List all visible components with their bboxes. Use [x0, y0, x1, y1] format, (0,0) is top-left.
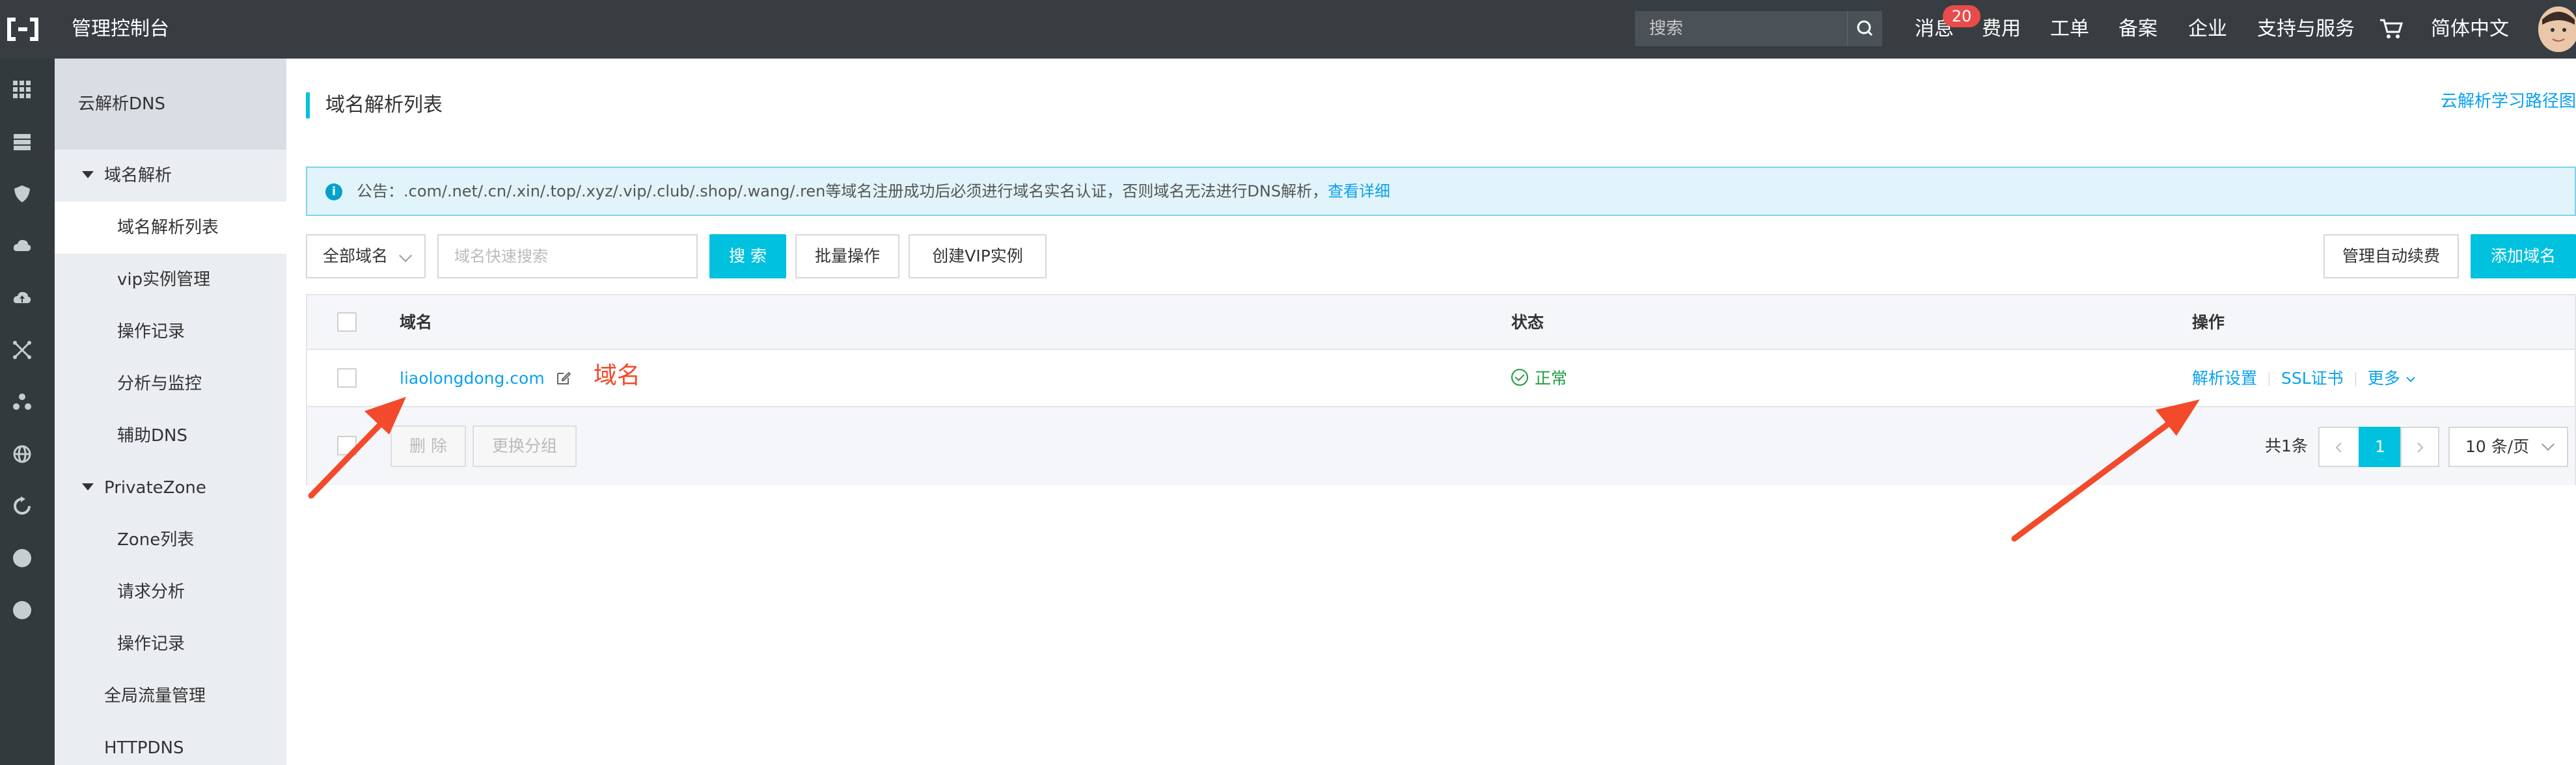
dns-settings-link[interactable]: 解析设置: [2192, 369, 2257, 388]
pagination-total: 共1条: [2265, 436, 2308, 455]
circle-icon[interactable]: [12, 600, 33, 621]
announcement-detail-link[interactable]: 查看详细: [1328, 182, 1390, 200]
announcement-text: 公告：.com/.net/.cn/.xin/.top/.xyz/.vip/.cl…: [357, 182, 1328, 200]
top-navbar: 管理控制台 消息 20 费用 工单 备案 企业 支持与服务 简体中文: [0, 0, 2576, 59]
select-all-checkbox[interactable]: [337, 312, 357, 332]
change-group-button[interactable]: 更换分组: [473, 425, 577, 467]
sidebar-group-label: 域名解析: [104, 166, 172, 185]
actions-cell: 解析设置 SSL证书 更多: [2192, 350, 2417, 407]
edit-icon[interactable]: [555, 369, 572, 386]
caret-down-icon: [82, 171, 94, 178]
sidebar-item-secondary-dns[interactable]: 辅助DNS: [55, 410, 286, 462]
chevron-right-icon: [2417, 442, 2424, 453]
pagination-prev-button[interactable]: [2318, 427, 2360, 467]
sidebar-item-gtm[interactable]: 全局流量管理: [55, 670, 286, 722]
status-text: 正常: [1535, 369, 1568, 388]
more-actions-dropdown[interactable]: 更多: [2368, 369, 2417, 388]
more-actions-label: 更多: [2367, 369, 2400, 388]
search-icon: [1857, 20, 1873, 36]
search-button[interactable]: 搜 索: [709, 234, 786, 278]
sidebar-item-request-analysis[interactable]: 请求分析: [55, 566, 286, 618]
nav-enterprise[interactable]: 企业: [2188, 0, 2227, 59]
page-title: 域名解析列表: [325, 94, 443, 116]
table-header: 域名 状态 操作: [307, 295, 2575, 350]
announcement-banner: i 公告：.com/.net/.cn/.xin/.top/.xyz/.vip/.…: [306, 167, 2576, 216]
server-icon[interactable]: [12, 131, 33, 152]
nav-support[interactable]: 支持与服务: [2257, 0, 2355, 59]
batch-operation-button[interactable]: 批量操作: [795, 234, 899, 278]
chevron-left-icon: [2335, 442, 2342, 453]
global-search-input[interactable]: [1635, 11, 1843, 46]
product-sidebar: 云解析DNS 域名解析 域名解析列表 vip实例管理 操作记录 分析与监控 辅助…: [55, 59, 286, 765]
shield-icon[interactable]: [12, 183, 33, 204]
auto-renew-button[interactable]: 管理自动续费: [2323, 234, 2459, 278]
delete-button[interactable]: 删 除: [391, 425, 466, 467]
annotation-label: 域名: [594, 362, 641, 389]
sidebar-item-vip[interactable]: vip实例管理: [55, 254, 286, 306]
sidebar-item-operation-log[interactable]: 操作记录: [55, 306, 286, 358]
upload-cloud-icon[interactable]: [12, 288, 33, 308]
messages-count-badge: 20: [1943, 5, 1980, 27]
sidebar-group-label: PrivateZone: [104, 478, 206, 498]
table-row: liaolongdong.com 正常 解析设置 SSL证书 更多: [307, 350, 2575, 407]
globe-icon[interactable]: [12, 444, 33, 464]
table-footer: 删 除 更换分组 共1条 1 10 条/页: [307, 407, 2575, 485]
sidebar-header: 云解析DNS: [55, 59, 286, 150]
global-search: [1635, 11, 1882, 46]
grid-icon[interactable]: [12, 79, 33, 100]
column-header-actions: 操作: [2192, 313, 2225, 332]
cluster-icon[interactable]: [12, 392, 33, 412]
circle-icon[interactable]: [12, 548, 33, 569]
title-accent-bar: [306, 92, 310, 118]
cloud-icon[interactable]: [12, 235, 33, 256]
nav-language[interactable]: 简体中文: [2431, 0, 2509, 59]
column-header-status: 状态: [1511, 313, 1544, 332]
sidebar-item-operation-log-pz[interactable]: 操作记录: [55, 618, 286, 670]
domain-search-input[interactable]: [437, 234, 698, 278]
sidebar-item-analytics[interactable]: 分析与监控: [55, 358, 286, 410]
sidebar-group-dns[interactable]: 域名解析: [55, 150, 286, 202]
avatar-face-icon: [2538, 7, 2576, 52]
domain-filter-select[interactable]: 全部域名: [306, 234, 426, 278]
search-button[interactable]: [1847, 11, 1882, 46]
cart-icon[interactable]: [2379, 18, 2404, 40]
console-title[interactable]: 管理控制台: [72, 14, 169, 44]
check-circle-icon: [1511, 369, 1528, 386]
row-checkbox[interactable]: [337, 368, 357, 388]
nav-filing[interactable]: 备案: [2118, 0, 2158, 59]
chevron-down-icon: [399, 249, 412, 262]
domain-filter-value: 全部域名: [323, 247, 389, 265]
chevron-down-icon: [2405, 377, 2415, 382]
chevron-down-icon: [2542, 438, 2555, 451]
ssl-certificate-link[interactable]: SSL证书: [2281, 369, 2344, 388]
page-size-select[interactable]: 10 条/页: [2448, 427, 2568, 467]
main-content: 域名解析列表 云解析学习路径图 i 公告：.com/.net/.cn/.xin/…: [286, 59, 2576, 765]
aliyun-logo-icon[interactable]: [7, 14, 39, 44]
divider: [2355, 372, 2356, 386]
create-vip-button[interactable]: 创建VIP实例: [909, 234, 1047, 278]
nav-fees[interactable]: 费用: [1982, 0, 2021, 59]
learning-path-link[interactable]: 云解析学习路径图: [2441, 88, 2576, 114]
user-avatar[interactable]: [2538, 7, 2576, 52]
add-domain-button[interactable]: 添加域名: [2471, 234, 2576, 278]
domain-name-link[interactable]: liaolongdong.com: [400, 369, 545, 388]
column-header-domain: 域名: [400, 313, 433, 332]
status-cell: 正常: [1511, 350, 1567, 407]
network-icon[interactable]: [12, 340, 33, 360]
sidebar-group-privatezone[interactable]: PrivateZone: [55, 462, 286, 514]
sidebar-item-httpdns[interactable]: HTTPDNS: [55, 722, 286, 765]
sidebar-item-domain-list[interactable]: 域名解析列表: [55, 202, 286, 254]
page-size-value: 10 条/页: [2465, 437, 2530, 456]
product-icon-rail: [0, 59, 55, 765]
footer-select-all-checkbox[interactable]: [337, 436, 357, 455]
refresh-icon[interactable]: [12, 496, 33, 517]
domain-table: 域名 状态 操作 liaolongdong.com 正常 解析设置 SSL证书 更多: [306, 294, 2576, 485]
sidebar-item-zone-list[interactable]: Zone列表: [55, 514, 286, 566]
info-icon: i: [325, 183, 342, 200]
domain-cell: liaolongdong.com: [400, 350, 572, 407]
pagination-page[interactable]: 1: [2359, 427, 2402, 467]
caret-down-icon: [82, 483, 94, 490]
nav-tickets[interactable]: 工单: [2050, 0, 2089, 59]
pagination-next-button[interactable]: [2400, 427, 2439, 467]
